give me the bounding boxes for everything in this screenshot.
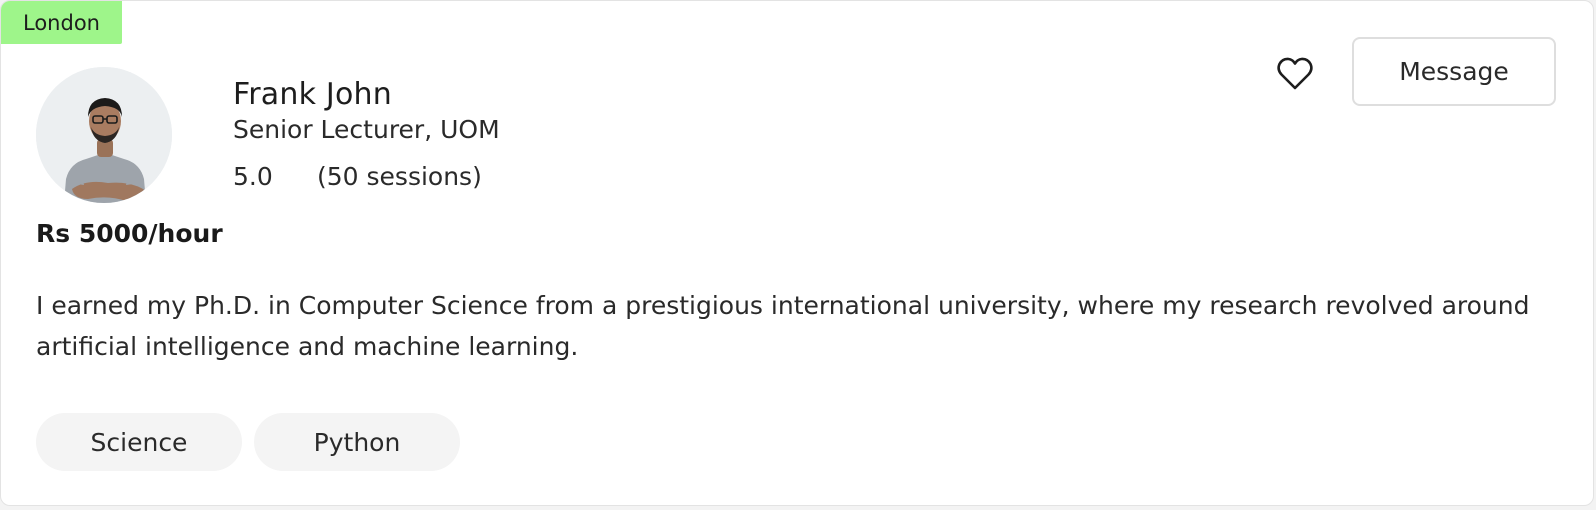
message-button[interactable]: Message [1352,37,1556,106]
tutor-card: London Frank John Senior Lecturer, UOM 5… [0,0,1594,506]
hourly-rate: Rs 5000/hour [36,219,223,248]
avatar [36,67,172,203]
tutor-photo [36,67,172,203]
tag-python[interactable]: Python [254,413,460,471]
tutor-bio: I earned my Ph.D. in Computer Science fr… [36,291,1530,361]
tag-science[interactable]: Science [36,413,242,471]
location-badge: London [1,1,122,44]
heart-icon[interactable] [1275,54,1315,94]
rating-value: 5.0 [233,162,273,191]
tutor-name: Frank John [233,77,392,112]
tutor-title: Senior Lecturer, UOM [233,115,500,144]
session-count: (50 sessions) [317,162,482,191]
